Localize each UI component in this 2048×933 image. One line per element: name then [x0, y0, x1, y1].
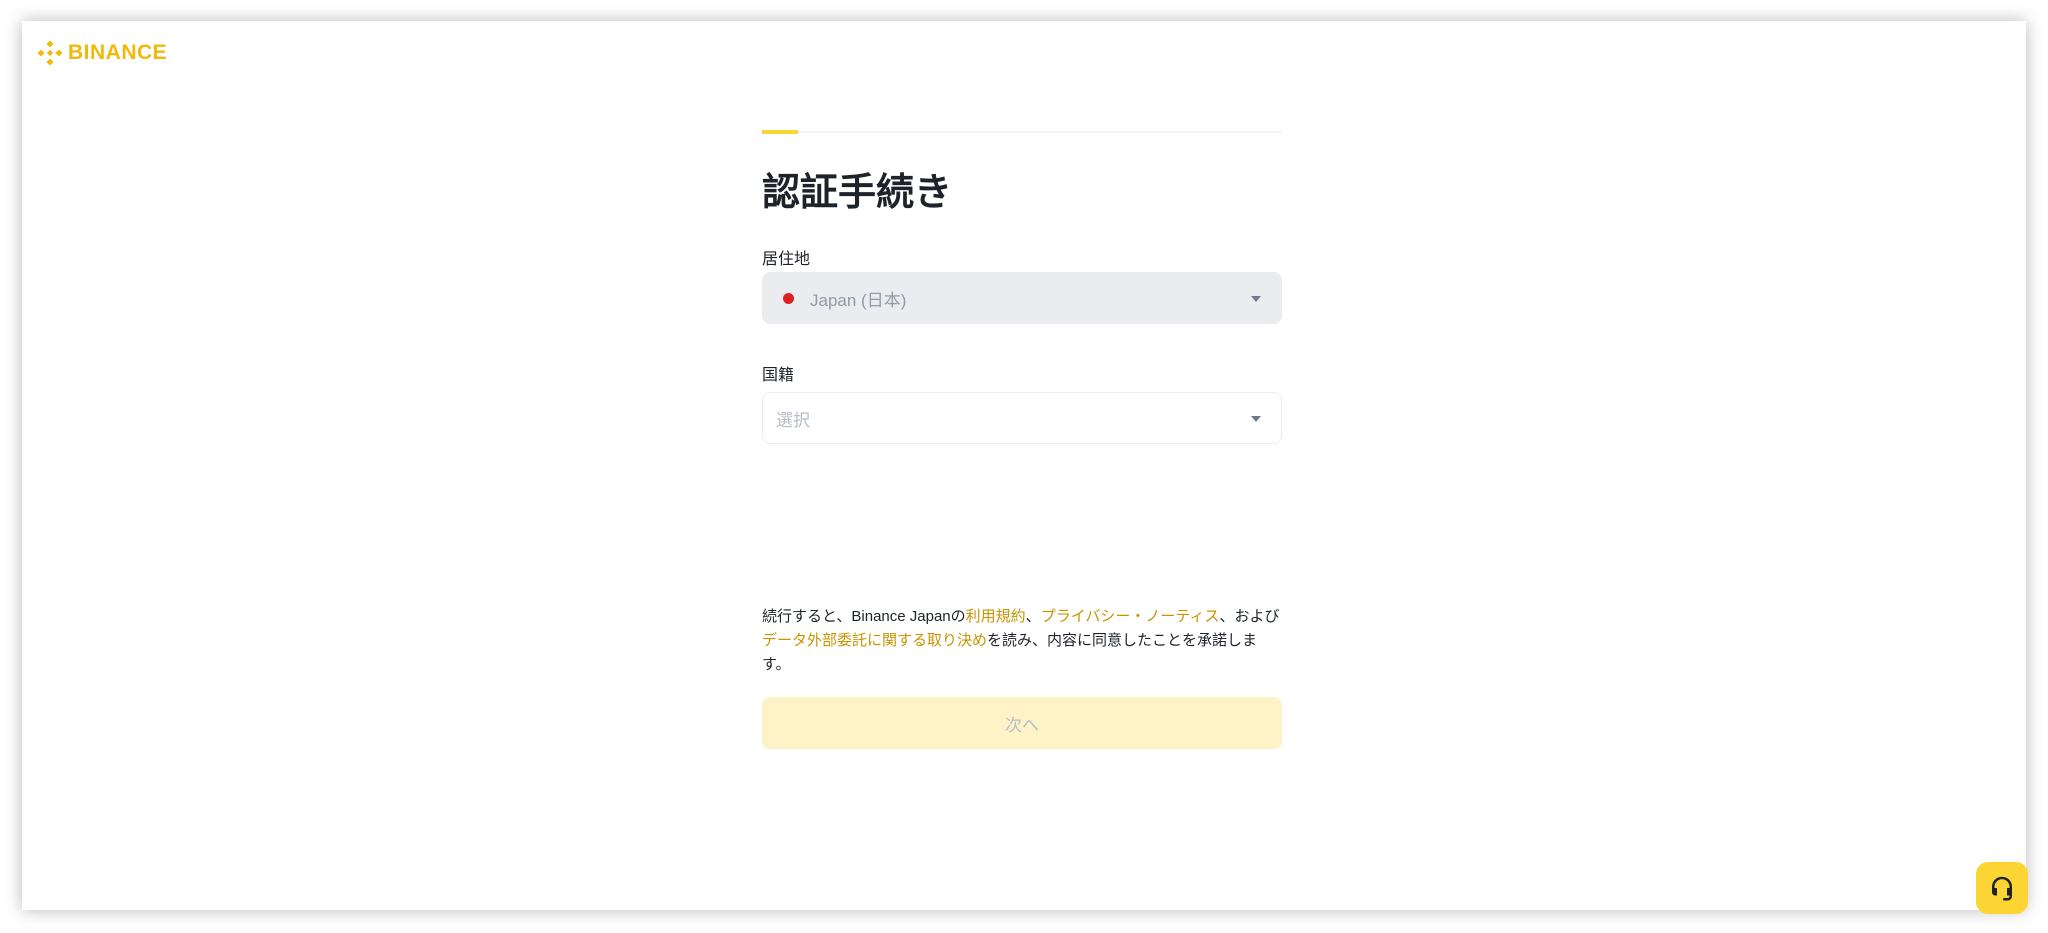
next-button[interactable]: 次へ — [762, 697, 1282, 749]
residence-select: Japan (日本) — [762, 272, 1282, 324]
binance-logo[interactable]: BINANCE — [38, 41, 167, 65]
brand-name: BINANCE — [68, 41, 168, 64]
support-chat-button[interactable] — [1976, 862, 2028, 914]
terms-separator: 、 — [1025, 608, 1041, 625]
residence-value: Japan (日本) — [810, 290, 907, 310]
chevron-down-icon[interactable] — [1251, 416, 1261, 422]
privacy-notice-link[interactable]: プライバシー・ノーティス — [1041, 608, 1220, 625]
page-title: 認証手続き — [762, 172, 953, 214]
residence-label: 居住地 — [762, 251, 811, 268]
chevron-down-icon — [1251, 296, 1261, 302]
progress-bar — [762, 130, 1282, 134]
binance-logo-icon — [38, 41, 62, 65]
nationality-label: 国籍 — [762, 367, 795, 384]
terms-text-2: 、および — [1219, 608, 1280, 625]
terms-text-1: 続行すると、Binance Japanの — [762, 608, 966, 625]
terms-of-use-link[interactable]: 利用規約 — [966, 608, 1026, 625]
nationality-placeholder: 選択 — [776, 410, 810, 430]
app-window: BINANCE 認証手続き 居住地 Japan (日本) 国籍 選択 続行すると… — [22, 21, 2028, 914]
data-outsourcing-link[interactable]: データ外部委託に関する取り決め — [762, 632, 987, 649]
headset-icon — [1992, 876, 2012, 901]
terms-notice: 続行すると、Binance Japanの利用規約、プライバシー・ノーティス、およ… — [762, 605, 1282, 677]
japan-flag-icon — [783, 292, 794, 304]
nationality-select[interactable]: 選択 — [762, 392, 1282, 444]
progress-bar-fill — [762, 130, 799, 134]
